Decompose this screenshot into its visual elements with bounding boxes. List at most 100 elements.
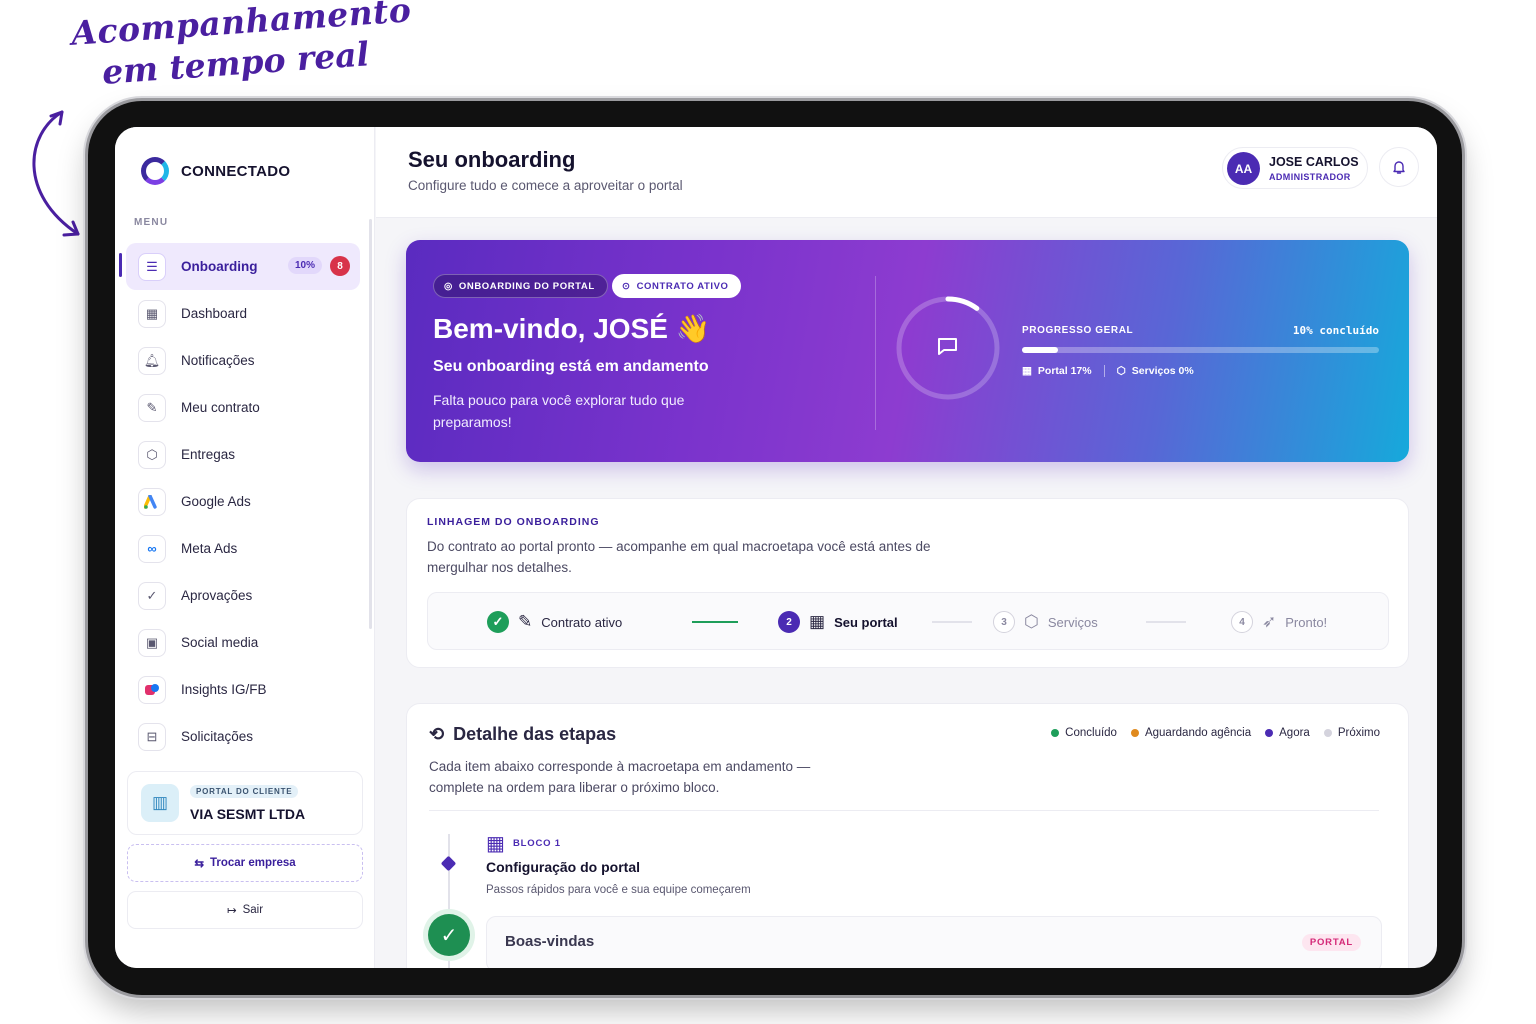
legend-label: Aguardando agência xyxy=(1144,727,1252,739)
sidebar-item-label: Social media xyxy=(181,635,259,650)
sidebar-scrollbar[interactable] xyxy=(369,219,372,629)
document-edit-icon: ✎ xyxy=(138,393,166,422)
bell-icon xyxy=(1393,161,1405,174)
sidebar-item-meu-contrato[interactable]: ✎ Meu contrato xyxy=(126,384,360,431)
onboarding-lineage-card: LINHAGEM DO ONBOARDING Do contrato ao po… xyxy=(406,498,1409,668)
page-subtitle: Configure tudo e comece a aproveitar o p… xyxy=(408,178,683,193)
notifications-button[interactable] xyxy=(1379,147,1419,187)
welcome-description: Falta pouco para você explorar tudo que … xyxy=(433,392,685,430)
page-title: Seu onboarding xyxy=(408,147,576,172)
menu-label: MENU xyxy=(134,217,169,228)
sidebar-item-meta-ads[interactable]: ∞ Meta Ads xyxy=(126,525,360,572)
package-icon: ⬡ xyxy=(1116,365,1126,377)
client-portal-tag: PORTAL DO CLIENTE xyxy=(190,785,299,798)
sidebar-item-notificacoes[interactable]: 🔔︎ Notificações xyxy=(126,337,360,384)
sidebar-item-label: Insights IG/FB xyxy=(181,682,267,697)
sidebar-item-label: Notificações xyxy=(181,353,255,368)
brand[interactable]: CONNECTADO xyxy=(141,157,290,185)
macro-stepper: ✓ ✎ Contrato ativo 2 ▦ Seu portal 3 ⬡ Se… xyxy=(427,592,1389,650)
overall-progress-fill xyxy=(1022,347,1058,353)
step-label: Seu portal xyxy=(834,614,898,630)
steps-detail-card: ⟲ Detalhe das etapas Concluído Aguardand… xyxy=(406,703,1409,968)
sidebar-item-insights[interactable]: Insights IG/FB xyxy=(126,666,360,713)
shield-check-icon: ⊙ xyxy=(622,280,631,292)
onboarding-portal-pill: ◎ ONBOARDING DO PORTAL xyxy=(433,274,608,298)
flag-icon xyxy=(938,338,957,355)
task-done-check-icon: ✓ xyxy=(428,914,470,956)
detail-description: Cada item abaixo corresponde à macroetap… xyxy=(429,759,811,795)
user-name: JOSE CARLOS xyxy=(1269,155,1359,169)
bell-icon: 🔔︎ xyxy=(138,346,166,375)
step-number: 4 xyxy=(1231,611,1253,633)
route-icon: ⟲ xyxy=(429,724,445,744)
check-circle-icon: ✓ xyxy=(138,581,166,610)
legend-item: Próximo xyxy=(1323,727,1380,739)
sidebar-item-google-ads[interactable]: Google Ads xyxy=(126,478,360,525)
grid-icon: ▦ xyxy=(1022,365,1032,377)
breakdown-separator xyxy=(1103,365,1105,377)
inbox-icon: ⊟ xyxy=(138,722,166,751)
detail-title: ⟲ Detalhe das etapas xyxy=(429,724,616,745)
onboarding-portal-pill-label: ONBOARDING DO PORTAL xyxy=(458,280,595,292)
calendar-icon: ▣ xyxy=(138,628,166,657)
document-edit-icon: ✎ xyxy=(518,612,533,631)
portal-progress: Portal 17% xyxy=(1037,365,1092,377)
block-title: Configuração do portal xyxy=(486,859,640,875)
user-menu[interactable]: AA JOSE CARLOS ADMINISTRADOR xyxy=(1222,147,1368,189)
services-progress: Serviços 0% xyxy=(1131,365,1194,377)
task-category-tag: PORTAL xyxy=(1301,934,1361,951)
task-title: Boas-vindas xyxy=(505,933,595,950)
sidebar-item-entregas[interactable]: ⬡ Entregas xyxy=(126,431,360,478)
detail-title-text: Detalhe das etapas xyxy=(453,724,617,744)
sidebar-item-solicitacoes[interactable]: ⊟ Solicitações xyxy=(126,713,360,760)
legend-item: Concluído xyxy=(1051,727,1117,739)
rocket-icon: ➶ xyxy=(1262,612,1277,631)
grid-icon: ▦ xyxy=(809,612,826,631)
step-pronto[interactable]: 4 ➶ Pronto! xyxy=(1231,593,1327,651)
meta-icon: ∞ xyxy=(138,534,166,563)
step-label: Serviços xyxy=(1047,614,1098,630)
logout-button[interactable]: ↦ Sair xyxy=(127,891,363,929)
sidebar-item-onboarding[interactable]: ☰ Onboarding 10% 8 xyxy=(119,243,360,290)
handwritten-annotation: Acompanhamento em tempo real xyxy=(70,0,413,94)
switch-company-button[interactable]: ⇆ Trocar empresa xyxy=(127,844,363,882)
legend-label: Próximo xyxy=(1337,727,1380,739)
package-icon: ⬡ xyxy=(1024,612,1039,631)
step-number: 2 xyxy=(778,611,800,633)
sidebar-item-label: Dashboard xyxy=(181,306,248,321)
sidebar-nav: ☰ Onboarding 10% 8 ▦ Dashboard 🔔︎ Notifi… xyxy=(119,243,360,760)
divider xyxy=(429,810,1379,811)
block-subtitle: Passos rápidos para você e sua equipe co… xyxy=(486,884,751,896)
progress-ring xyxy=(896,296,1000,400)
welcome-title: Bem-vindo, JOSÉ 👋 xyxy=(433,313,711,344)
client-card: ▥ PORTAL DO CLIENTE VIA SESMT LTDA xyxy=(127,771,363,835)
sidebar-item-label: Meu contrato xyxy=(181,400,260,415)
progress-badge: 10% xyxy=(287,257,322,274)
step-label: Contrato ativo xyxy=(541,614,623,630)
sidebar-item-dashboard[interactable]: ▦ Dashboard xyxy=(126,290,360,337)
legend-label: Agora xyxy=(1279,727,1310,739)
brand-name: CONNECTADO xyxy=(181,162,291,180)
step-number: 3 xyxy=(993,611,1015,633)
checklist-icon: ☰ xyxy=(138,252,166,281)
step-contrato-ativo[interactable]: ✓ ✎ Contrato ativo xyxy=(487,593,622,651)
legend-dot xyxy=(1051,729,1060,737)
avatar: AA xyxy=(1227,152,1260,185)
lineage-description: Do contrato ao portal pronto — acompanhe… xyxy=(427,539,931,575)
step-seu-portal[interactable]: 2 ▦ Seu portal xyxy=(778,593,898,651)
overall-progress-label: PROGRESSO GERAL xyxy=(1022,325,1134,336)
app-screen: CONNECTADO MENU ☰ Onboarding 10% 8 ▦ Das… xyxy=(115,127,1437,968)
step-servicos[interactable]: 3 ⬡ Serviços xyxy=(993,593,1098,651)
swap-icon: ⇆ xyxy=(194,858,204,870)
sidebar-item-label: Solicitações xyxy=(181,729,254,744)
welcome-hero: ◎ ONBOARDING DO PORTAL ⊙ CONTRATO ATIVO … xyxy=(406,240,1409,462)
status-legend: Concluído Aguardando agência Agora Próxi… xyxy=(1051,727,1380,739)
task-item-boas-vindas[interactable]: Boas-vindas PORTAL xyxy=(486,916,1382,968)
overall-progress-bar xyxy=(1022,347,1379,353)
logout-icon: ↦ xyxy=(226,905,237,917)
sidebar-item-aprovacoes[interactable]: ✓ Aprovações xyxy=(126,572,360,619)
sidebar-item-label: Entregas xyxy=(181,447,236,462)
step-connector xyxy=(692,621,738,623)
top-header: Seu onboarding Configure tudo e comece a… xyxy=(376,127,1437,218)
sidebar-item-social-media[interactable]: ▣ Social media xyxy=(126,619,360,666)
